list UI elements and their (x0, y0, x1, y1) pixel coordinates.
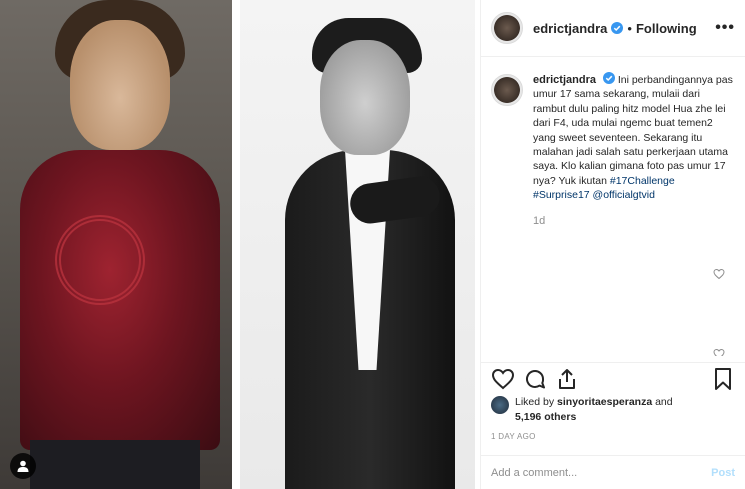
comment-icon[interactable] (523, 367, 547, 391)
user-tag-icon (17, 460, 29, 472)
comment-form: Post (481, 455, 745, 489)
user-tag-button[interactable] (10, 453, 36, 479)
post-side-panel: edrictjandra • Following ••• edrictjandr… (480, 0, 745, 489)
heart-icon[interactable] (713, 268, 725, 280)
post-header: edrictjandra • Following ••• (481, 0, 745, 57)
avatar[interactable] (491, 12, 523, 44)
comments-area[interactable]: edrictjandra Ini perbandingannya pas umu… (481, 58, 745, 356)
more-options-button[interactable]: ••• (715, 19, 735, 37)
avatar[interactable] (491, 74, 523, 106)
verified-icon (602, 72, 615, 84)
caption-text: edrictjandra Ini perbandingannya pas umu… (533, 72, 733, 203)
post-timestamp[interactable]: 1 DAY AGO (491, 432, 536, 441)
comment-input[interactable] (491, 466, 712, 479)
post-comment-button[interactable]: Post (711, 467, 735, 479)
caption-body: Ini perbandingannya pas umur 17 sama sek… (533, 74, 733, 187)
face (70, 20, 170, 150)
hashtag-link[interactable]: #Surprise17 (533, 189, 590, 201)
likes-summary: Liked by sinyoritaesperanza and 5,196 ot… (491, 395, 736, 425)
likes-others[interactable]: 5,196 others (515, 411, 576, 423)
following-button[interactable]: Following (636, 21, 697, 36)
liker-username[interactable]: sinyoritaesperanza (557, 396, 652, 408)
photo-age-17 (0, 0, 232, 489)
caption: edrictjandra Ini perbandingannya pas umu… (491, 72, 735, 203)
face (320, 40, 410, 155)
mention-link[interactable]: @officialgtvid (593, 189, 655, 201)
post-photo[interactable] (0, 0, 480, 489)
heart-icon[interactable] (491, 367, 515, 391)
heart-icon[interactable] (713, 348, 725, 356)
photo-now (240, 0, 475, 489)
share-icon[interactable] (555, 367, 579, 391)
likes-and: and (655, 396, 673, 408)
hashtag-link[interactable]: #17Challenge (610, 175, 675, 187)
likes-prefix: Liked by (515, 396, 555, 408)
caption-age[interactable]: 1d (533, 215, 735, 227)
likes-text: Liked by sinyoritaesperanza and 5,196 ot… (515, 395, 673, 425)
avatar[interactable] (491, 396, 509, 414)
jacket-emblem (55, 215, 145, 305)
separator-dot: • (627, 20, 632, 36)
bookmark-icon[interactable] (711, 367, 735, 391)
caption-username[interactable]: edrictjandra (533, 74, 596, 86)
header-username[interactable]: edrictjandra (533, 21, 607, 36)
action-bar (481, 362, 745, 394)
pants (30, 440, 200, 489)
verified-icon (611, 22, 624, 34)
